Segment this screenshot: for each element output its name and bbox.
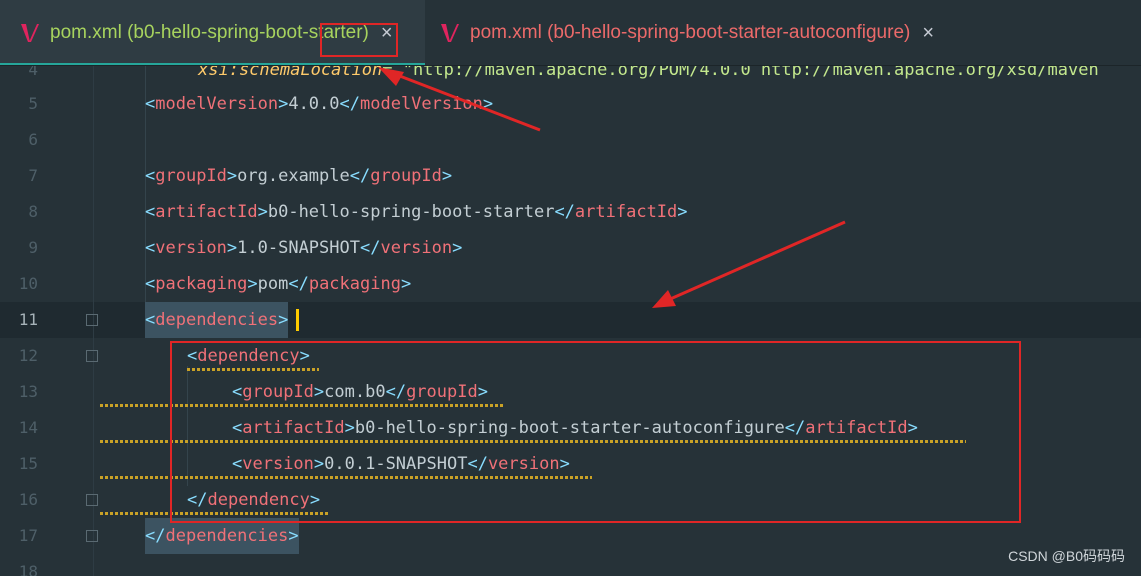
watermark: CSDN @B0码码码 bbox=[1008, 548, 1125, 564]
annotation-arrows bbox=[378, 67, 846, 308]
annotation-arrow bbox=[667, 220, 846, 302]
arrow-head-icon bbox=[378, 67, 404, 86]
arrow-head-icon bbox=[652, 290, 676, 308]
annotation-arrow bbox=[391, 71, 541, 132]
